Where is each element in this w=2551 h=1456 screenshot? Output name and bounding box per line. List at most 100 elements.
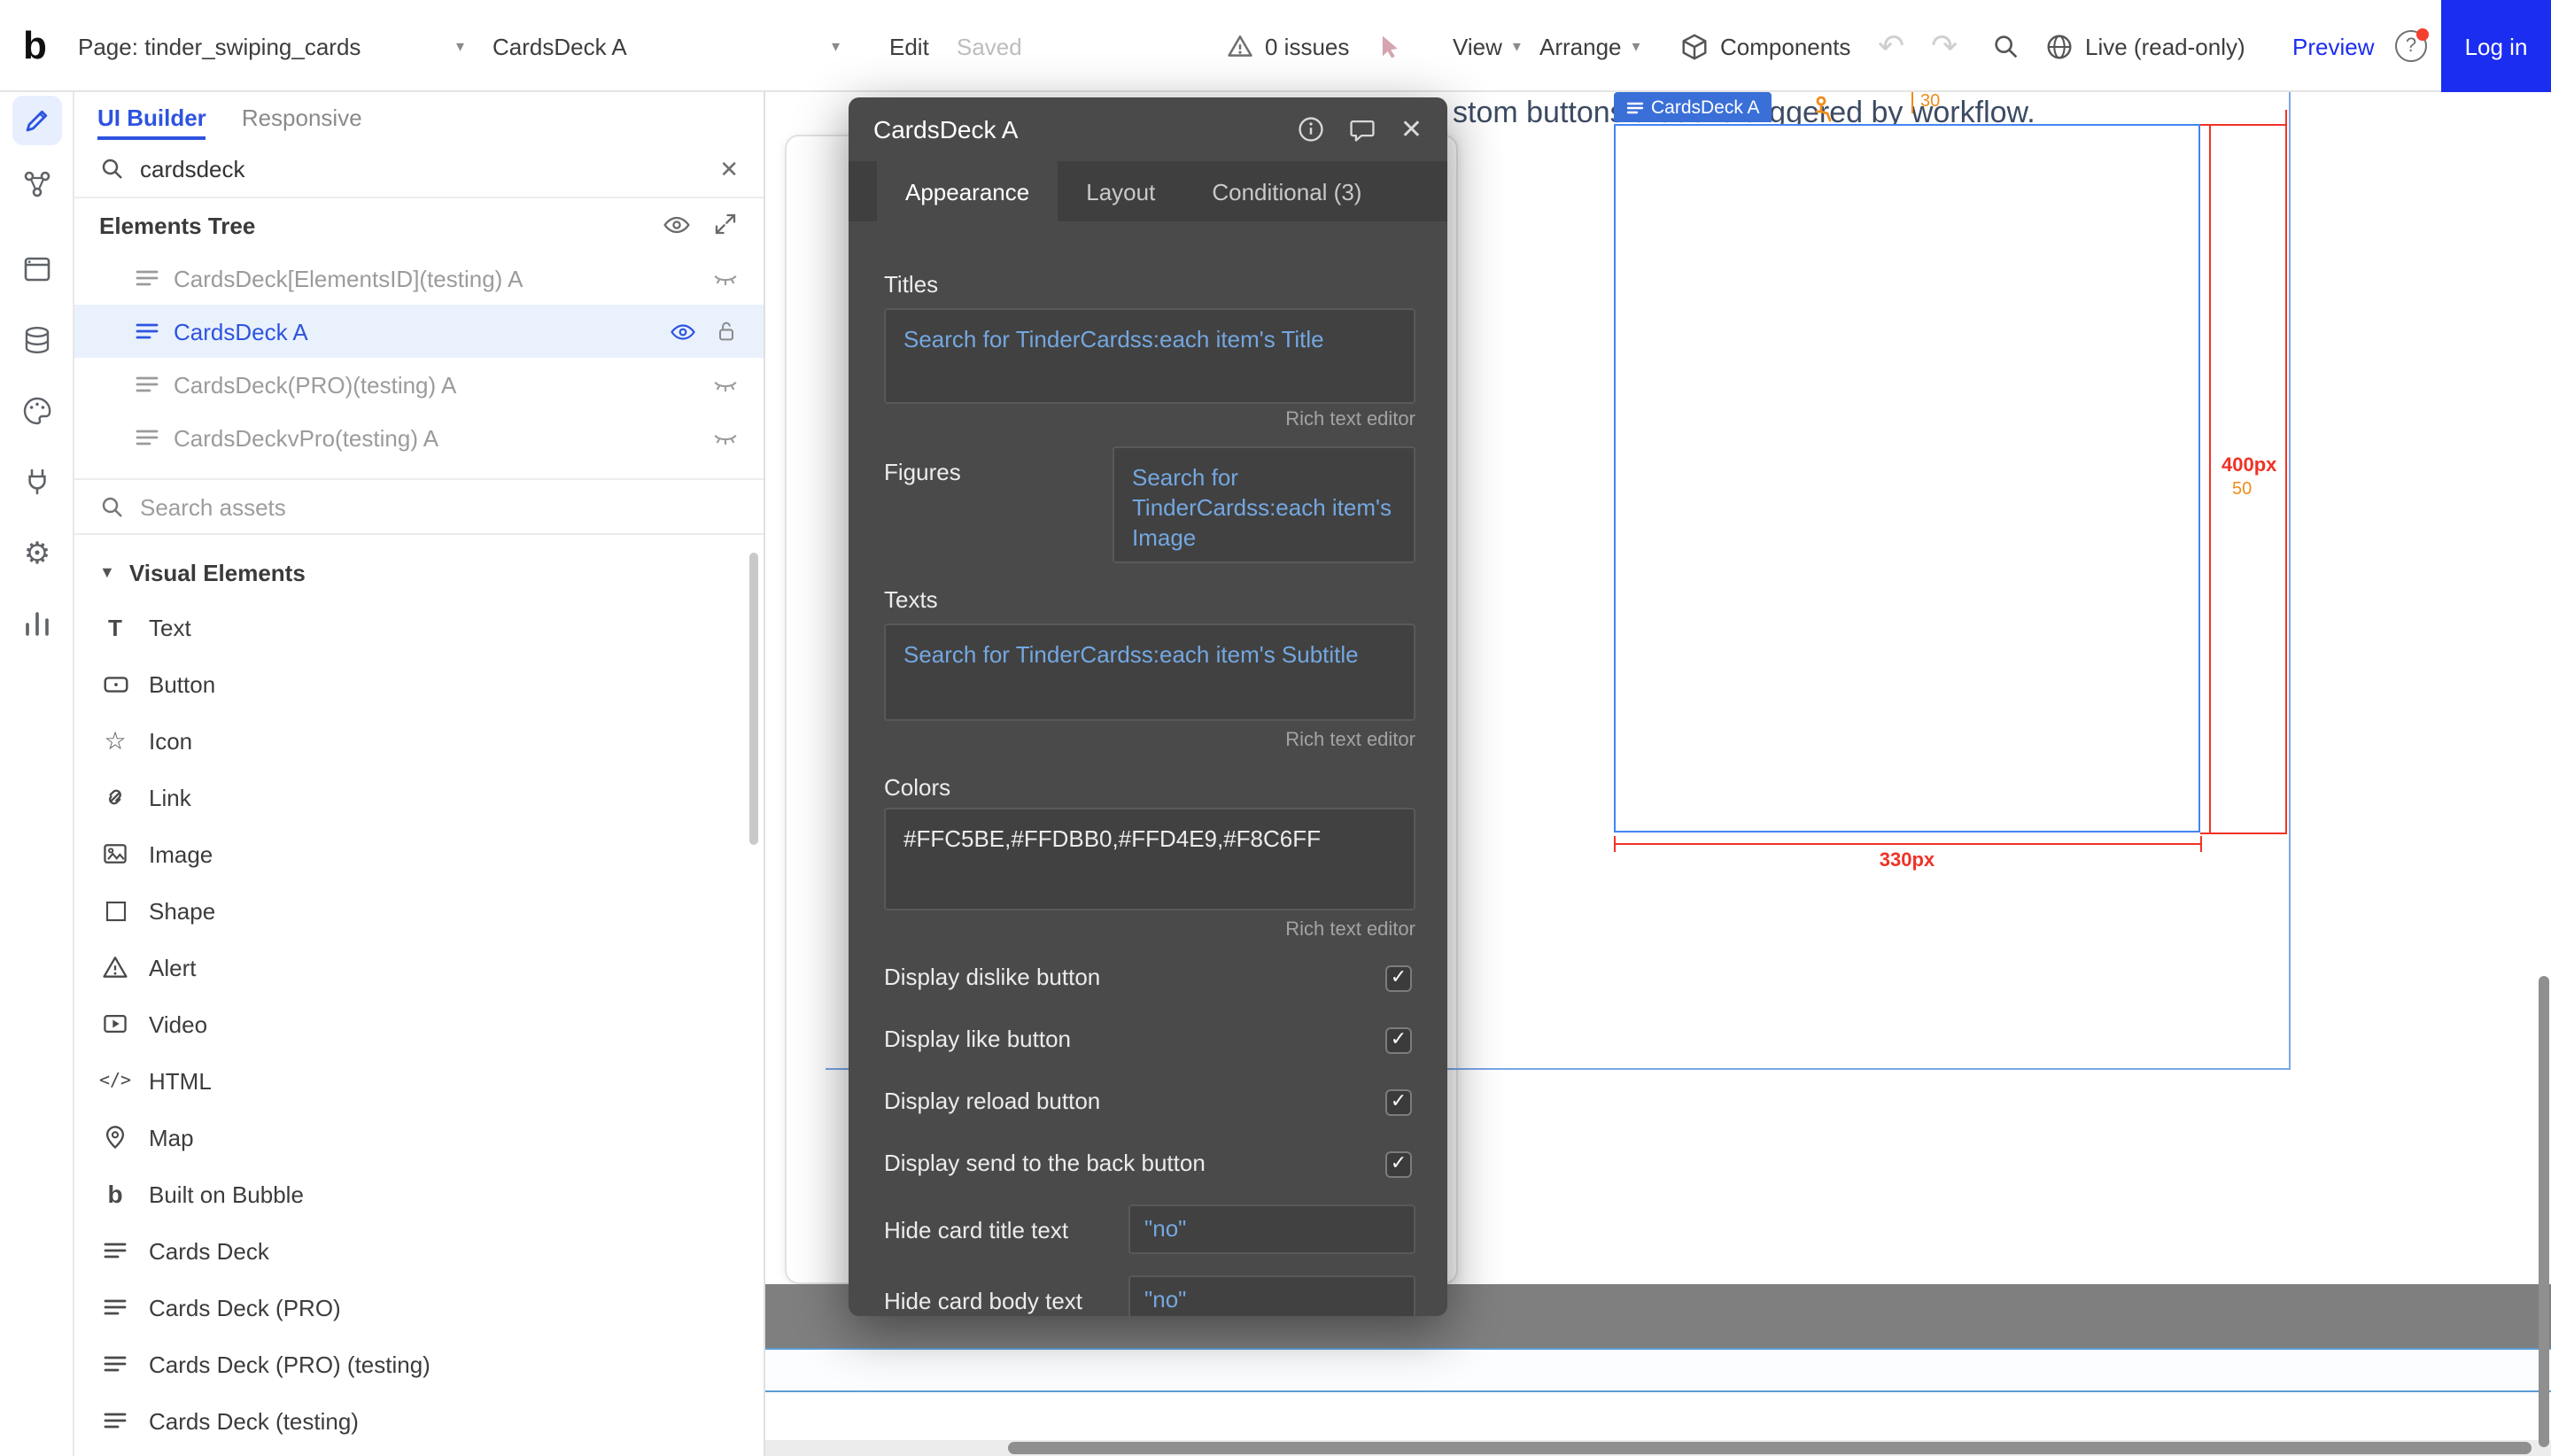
components-button[interactable]: Components xyxy=(1679,0,1850,92)
property-editor-title: CardsDeck A xyxy=(873,115,1018,143)
tree-item-selected[interactable]: CardsDeck A xyxy=(74,305,764,358)
eye-icon[interactable] xyxy=(670,318,696,345)
checkbox-display-send-back[interactable]: ✓ xyxy=(1385,1150,1412,1177)
list-item[interactable]: Link xyxy=(74,769,764,825)
workflow-icon xyxy=(21,168,53,200)
hidden-eye-icon[interactable] xyxy=(712,265,739,291)
undo-button[interactable]: ↶ xyxy=(1878,0,1904,92)
measure-top-label: 30 xyxy=(1920,92,1940,112)
checkbox-display-dislike[interactable]: ✓ xyxy=(1385,964,1412,991)
elements-search-input[interactable] xyxy=(140,156,705,182)
visual-elements-header[interactable]: ▼ Visual Elements xyxy=(74,546,764,599)
page-selector-dropdown[interactable]: Page: tinder_swiping_cards▾ xyxy=(78,0,464,92)
element-icon xyxy=(135,319,159,344)
titles-input[interactable]: Search for TinderCardss:each item's Titl… xyxy=(884,308,1415,404)
cursor-tool[interactable] xyxy=(1375,0,1403,92)
tab-layout[interactable]: Layout xyxy=(1058,161,1183,221)
tab-appearance[interactable]: Appearance xyxy=(877,161,1058,221)
property-editor-header[interactable]: CardsDeck A ✕ xyxy=(849,97,1447,161)
list-item[interactable]: bBuilt on Bubble xyxy=(74,1166,764,1222)
list-item[interactable]: Image xyxy=(74,825,764,882)
rail-workflow-tab[interactable] xyxy=(12,159,62,209)
list-item[interactable]: Alert xyxy=(74,939,764,995)
preview-button[interactable]: Preview xyxy=(2292,0,2375,92)
rich-text-editor-link[interactable]: Rich text editor xyxy=(1285,409,1415,430)
tab-conditional[interactable]: Conditional (3) xyxy=(1183,161,1390,221)
unlock-icon[interactable] xyxy=(714,319,739,344)
figures-input[interactable]: Search for TinderCardss:each item's Imag… xyxy=(1113,446,1415,563)
list-item[interactable]: Cards Deck (PRO) (testing) xyxy=(74,1336,764,1392)
tree-item[interactable]: CardsDeckvPro(testing) A xyxy=(74,411,764,464)
rail-design-tab[interactable] xyxy=(12,96,62,145)
info-icon[interactable] xyxy=(1298,115,1326,143)
help-button[interactable]: ? xyxy=(2395,0,2427,92)
close-icon[interactable]: ✕ xyxy=(1400,113,1423,145)
gear-icon: ⚙ xyxy=(24,538,51,570)
texts-label: Texts xyxy=(884,586,938,615)
hidden-eye-icon[interactable] xyxy=(712,371,739,398)
hidden-eye-icon[interactable] xyxy=(712,424,739,451)
list-item[interactable]: TText xyxy=(74,599,764,655)
horizontal-scrollbar[interactable] xyxy=(765,1440,2551,1456)
view-menu[interactable]: View▾ xyxy=(1453,0,1521,92)
list-item[interactable]: Cards Deck (PRO) xyxy=(74,1279,764,1336)
rail-logs-tab[interactable] xyxy=(12,599,62,648)
rail-styles-tab[interactable] xyxy=(12,386,62,436)
tab-ui-builder[interactable]: UI Builder xyxy=(97,104,206,130)
selected-element-cardsdeck[interactable] xyxy=(1614,124,2200,833)
star-icon: ☆ xyxy=(99,724,131,756)
vertical-scrollbar-thumb[interactable] xyxy=(2539,976,2549,1447)
search-button[interactable] xyxy=(1991,0,2021,92)
tree-item[interactable]: CardsDeck[ElementsID](testing) A xyxy=(74,252,764,305)
texts-input[interactable]: Search for TinderCardss:each item's Subt… xyxy=(884,623,1415,721)
rail-settings-tab[interactable]: ⚙ xyxy=(12,530,62,579)
list-item[interactable]: Map xyxy=(74,1109,764,1166)
warning-icon xyxy=(1226,32,1254,60)
list-item[interactable]: </>HTML xyxy=(74,1052,764,1109)
checkbox-display-like[interactable]: ✓ xyxy=(1385,1026,1412,1053)
element-badge[interactable]: CardsDeck A xyxy=(1614,92,1772,122)
list-item[interactable]: ☆Icon xyxy=(74,712,764,769)
rich-text-editor-link[interactable]: Rich text editor xyxy=(1285,919,1415,941)
group-border-top xyxy=(765,1348,2551,1350)
help-icon: ? xyxy=(2395,30,2427,62)
tab-responsive[interactable]: Responsive xyxy=(242,104,362,130)
rail-data-tab[interactable] xyxy=(12,315,62,365)
list-item[interactable]: Button xyxy=(74,655,764,712)
clear-search-icon[interactable]: ✕ xyxy=(719,155,739,183)
element-selector-dropdown[interactable]: CardsDeck A▾ xyxy=(492,0,840,92)
list-item[interactable]: Cards Deck xyxy=(74,1222,764,1279)
list-item[interactable]: Video xyxy=(74,995,764,1052)
list-item[interactable]: Shape xyxy=(74,882,764,939)
login-button[interactable]: Log in xyxy=(2441,0,2551,92)
eye-icon[interactable] xyxy=(663,211,691,239)
tree-item[interactable]: CardsDeck(PRO)(testing) A xyxy=(74,358,764,411)
hide-title-input[interactable]: "no" xyxy=(1128,1204,1415,1254)
rail-plugins-tab[interactable] xyxy=(12,457,62,507)
colors-input[interactable]: #FFC5BE,#FFDBB0,#FFD4E9,#F8C6FF xyxy=(884,808,1415,910)
hide-body-input[interactable]: "no" xyxy=(1128,1275,1415,1316)
issues-indicator[interactable]: 0 issues xyxy=(1226,0,1349,92)
rich-text-editor-link[interactable]: Rich text editor xyxy=(1285,730,1415,751)
environment-selector[interactable]: Live (read-only) xyxy=(2044,0,2245,92)
rail-pages-tab[interactable] xyxy=(12,244,62,294)
edit-menu[interactable]: Edit xyxy=(889,0,929,92)
element-icon xyxy=(135,425,159,450)
arrange-menu[interactable]: Arrange▾ xyxy=(1539,0,1640,92)
text-icon: T xyxy=(99,611,131,643)
elements-search-row: ✕ xyxy=(74,142,764,198)
map-pin-icon xyxy=(99,1121,131,1153)
checkbox-display-reload[interactable]: ✓ xyxy=(1385,1088,1412,1115)
floating-group-strip xyxy=(765,1350,2551,1390)
assets-search-input[interactable] xyxy=(140,493,739,520)
pencil-icon xyxy=(21,105,53,136)
list-item[interactable]: Cards Deck (testing) xyxy=(74,1392,764,1449)
chevron-down-icon: ▾ xyxy=(832,36,840,56)
measure-height-label: 400px xyxy=(2221,455,2276,476)
redo-button[interactable]: ↷ xyxy=(1931,0,1958,92)
comment-icon[interactable] xyxy=(1349,115,1377,143)
horizontal-scrollbar-thumb[interactable] xyxy=(1008,1442,2532,1454)
bubble-logo[interactable]: b xyxy=(23,0,47,92)
expand-icon[interactable] xyxy=(712,211,739,237)
panel-scrollbar-thumb[interactable] xyxy=(749,553,758,845)
